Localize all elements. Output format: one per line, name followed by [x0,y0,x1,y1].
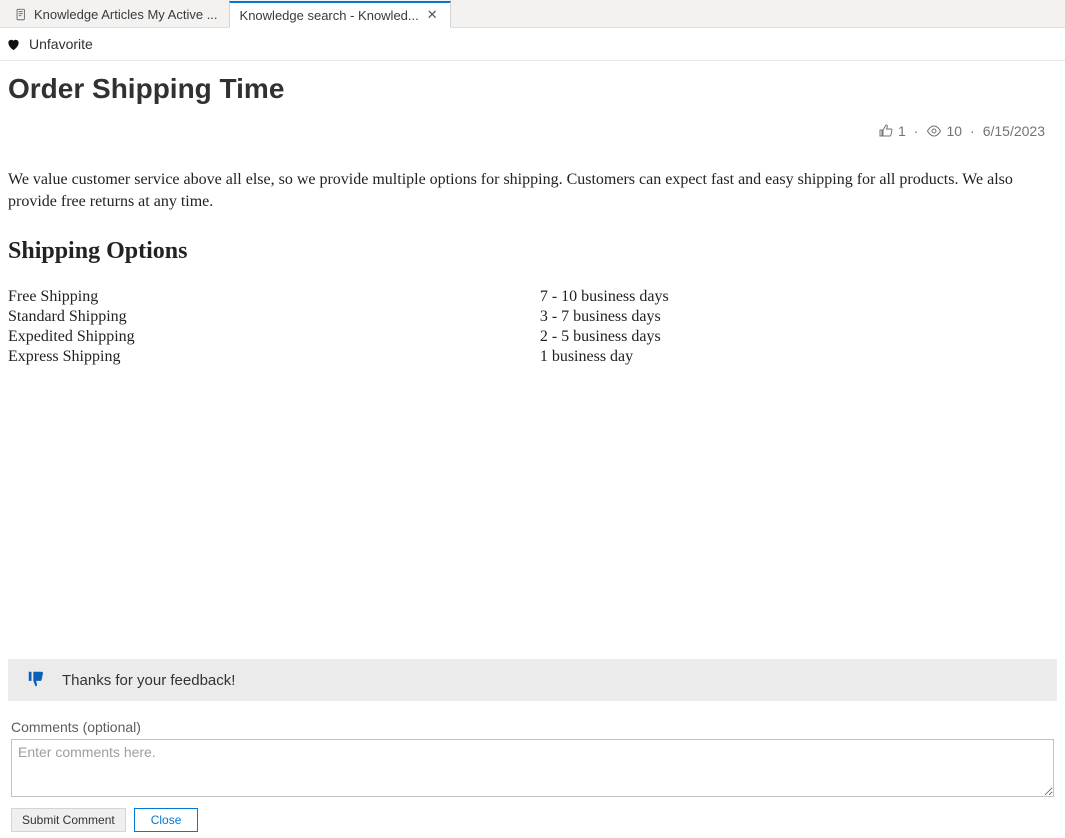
tab-bar: Knowledge Articles My Active ... Knowled… [0,0,1065,28]
toolbar: Unfavorite [0,28,1065,61]
views-count: 10 [926,123,962,139]
shipping-time: 3 - 7 business days [540,307,1057,327]
submit-comment-button[interactable]: Submit Comment [11,808,126,832]
page-title: Order Shipping Time [8,73,1057,105]
article-intro: We value customer service above all else… [8,169,1057,214]
shipping-options-table: Free Shipping7 - 10 business daysStandar… [8,287,1057,367]
tab-knowledge-search[interactable]: Knowledge search - Knowled... ✕ [229,1,451,28]
table-row: Expedited Shipping2 - 5 business days [8,327,1057,347]
shipping-time: 2 - 5 business days [540,327,1057,347]
shipping-name: Free Shipping [8,287,540,307]
shipping-time: 7 - 10 business days [540,287,1057,307]
tab-label: Knowledge Articles My Active ... [34,7,218,22]
heart-icon [6,37,21,52]
tab-knowledge-articles[interactable]: Knowledge Articles My Active ... [4,0,229,27]
close-icon[interactable]: ✕ [425,7,440,23]
article-date: 6/15/2023 [983,123,1045,139]
button-row: Submit Comment Close [11,808,1057,832]
likes-count: 1 [878,123,906,139]
separator: · [970,123,975,139]
table-row: Free Shipping7 - 10 business days [8,287,1057,307]
article-content: Order Shipping Time 1 · 10 · 6/15/2023 W… [0,61,1065,838]
section-heading: Shipping Options [8,238,1057,265]
shipping-name: Expedited Shipping [8,327,540,347]
shipping-name: Standard Shipping [8,307,540,327]
thumbs-down-icon [26,669,48,691]
document-icon [15,8,28,21]
shipping-time: 1 business day [540,347,1057,367]
table-row: Express Shipping1 business day [8,347,1057,367]
table-row: Standard Shipping3 - 7 business days [8,307,1057,327]
feedback-bar: Thanks for your feedback! [8,659,1057,701]
thumbs-up-icon [878,123,894,139]
feedback-thanks: Thanks for your feedback! [62,672,235,689]
close-button[interactable]: Close [134,808,199,832]
article-meta: 1 · 10 · 6/15/2023 [8,123,1057,139]
eye-icon [926,123,942,139]
comments-input[interactable] [11,739,1054,797]
unfavorite-button[interactable]: Unfavorite [29,36,93,52]
feedback-panel: Thanks for your feedback! Comments (opti… [8,659,1057,838]
separator: · [914,123,919,139]
tab-label: Knowledge search - Knowled... [240,8,419,23]
comments-label: Comments (optional) [11,719,1057,735]
shipping-name: Express Shipping [8,347,540,367]
